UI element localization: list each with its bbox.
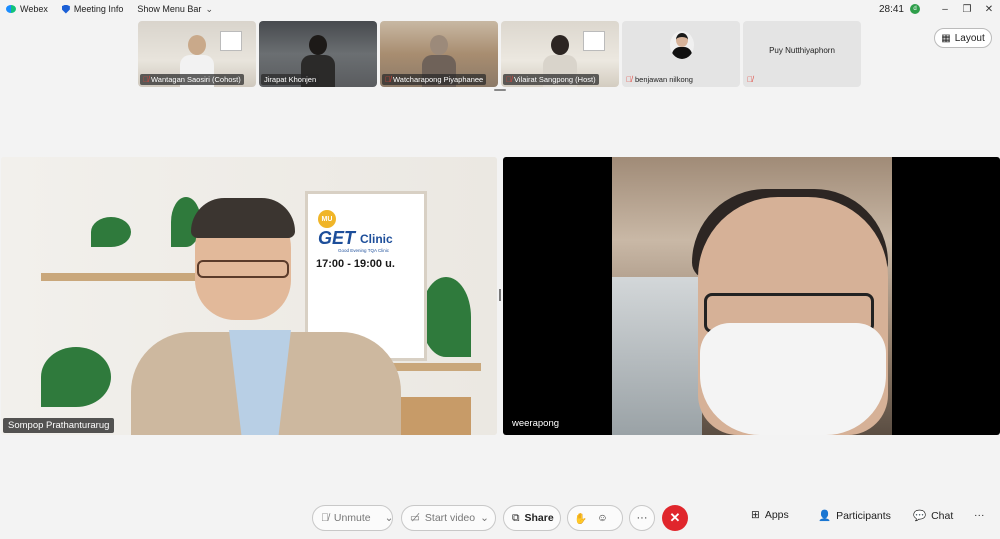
participant-label: 🎙̸ Vilairat Sangpong (Host) — [503, 74, 599, 85]
mic-muted-icon: 🎙̸ — [506, 75, 512, 84]
apps-button[interactable]: ⊞ Apps — [751, 509, 789, 521]
overflow-menu-button[interactable]: ··· — [974, 509, 985, 521]
participant-thumbnail[interactable]: Puy Nutthiyaphorn 🎙̸ — [743, 21, 861, 87]
participant-name: Wantagan Saosiri (Cohost) — [151, 75, 241, 84]
unmute-button[interactable]: 🎙̸ Unmute ⌄ — [312, 505, 393, 531]
participants-label: Participants — [836, 509, 891, 522]
unmute-label: Unmute — [333, 512, 371, 524]
layout-icon: ▦ — [941, 32, 951, 44]
more-options-button[interactable]: ··· — [629, 505, 655, 531]
chat-button[interactable]: 💬 Chat — [913, 509, 954, 523]
more-options-icon: ··· — [636, 512, 648, 524]
participant-video — [612, 157, 892, 435]
participants-icon: 👤 — [818, 510, 832, 522]
app-name: Webex — [20, 4, 48, 14]
share-screen-icon: ⧉ — [512, 511, 520, 524]
participant-label: Jirapat Khonjen — [261, 74, 320, 85]
participant-thumbnail[interactable]: 🎙̸ Watcharapong Piyaphanee — [380, 21, 498, 87]
cabinet-image — [391, 397, 471, 435]
participant-thumbnail[interactable]: 🎙̸ Wantagan Saosiri (Cohost) — [138, 21, 256, 87]
start-video-label: Start video — [424, 512, 476, 524]
participants-button[interactable]: 👤 Participants — [818, 509, 891, 523]
chat-icon: 💬 — [913, 510, 927, 522]
end-call-button[interactable]: ✕ — [662, 505, 688, 531]
apps-icon: ⊞ — [751, 509, 760, 521]
raise-hand-icon[interactable]: ✋ — [574, 512, 587, 525]
video-name-label: Sompop Prathanturarug — [3, 418, 115, 433]
plant-image — [421, 277, 471, 357]
participant-name: Puy Nutthiyaphorn — [769, 46, 835, 55]
reactions-group: ✋ ☺ — [567, 505, 623, 531]
status-badge: d — [910, 4, 920, 14]
share-label: Share — [524, 512, 554, 524]
top-bar: Webex Meeting Info Show Menu Bar ⌄ 28:41… — [0, 0, 1000, 18]
speaker-video — [131, 198, 401, 435]
video-name-label: weerapong — [512, 418, 560, 429]
meeting-controls: 🎙̸ Unmute ⌄ ▭̸ Start video ⌄ ⧉ Share ✋ ☺… — [0, 505, 1000, 533]
main-video-right[interactable]: weerapong — [503, 157, 1000, 435]
poster-image — [220, 31, 242, 51]
meeting-timer: 28:41 — [878, 3, 904, 15]
participant-label: 🎙̸ Wantagan Saosiri (Cohost) — [140, 74, 244, 85]
participant-name: Vilairat Sangpong (Host) — [514, 75, 596, 84]
participant-label: 🎙̸ Watcharapong Piyaphanee — [382, 74, 487, 85]
plant-image — [91, 217, 131, 247]
participant-label: 🎙̸ benjawan nilkong — [626, 75, 693, 84]
video-off-icon: ▭̸ — [410, 512, 420, 524]
poster-image — [583, 31, 605, 51]
chevron-down-icon: ⌄ — [205, 3, 213, 14]
meeting-info-button[interactable]: Meeting Info — [61, 4, 124, 14]
chevron-down-icon: ⌄ — [384, 512, 394, 524]
participant-thumbnail-strip: 🎙̸ Wantagan Saosiri (Cohost) Jirapat Khon… — [138, 21, 861, 87]
minimize-button[interactable]: – — [934, 4, 956, 15]
app-menu[interactable]: Webex — [6, 4, 48, 14]
restore-button[interactable]: ❐ — [956, 4, 978, 15]
overflow-icon: ··· — [974, 509, 985, 521]
participant-thumbnail[interactable]: 🎙̸ Vilairat Sangpong (Host) — [501, 21, 619, 87]
strip-resize-handle[interactable] — [494, 89, 506, 91]
shield-icon — [61, 4, 70, 14]
main-video-left[interactable]: MU GET Clinic Good Evening TQA Clinic 17… — [1, 157, 497, 435]
show-menu-bar-label: Show Menu Bar — [137, 4, 202, 14]
participant-thumbnail[interactable]: 🎙̸ benjawan nilkong — [622, 21, 740, 87]
participant-name: Watcharapong Piyaphanee — [393, 75, 484, 84]
close-window-button[interactable]: ✕ — [978, 4, 1000, 15]
meeting-info-label: Meeting Info — [73, 4, 124, 14]
start-video-button[interactable]: ▭̸ Start video ⌄ — [401, 505, 496, 531]
split-resize-handle[interactable] — [499, 289, 501, 301]
plant-image — [41, 347, 111, 407]
apps-label: Apps — [764, 509, 789, 521]
mic-muted-icon: 🎙̸ — [747, 75, 753, 84]
mic-muted-icon: 🎙̸ — [143, 75, 149, 84]
webex-logo-icon — [6, 5, 16, 13]
emoji-reaction-icon[interactable]: ☺ — [597, 512, 608, 524]
mic-muted-icon: 🎙̸ — [321, 512, 329, 524]
mic-muted-icon: 🎙̸ — [626, 75, 632, 84]
participant-name: Jirapat Khonjen — [264, 75, 317, 84]
participant-name: benjawan nilkong — [635, 75, 693, 84]
chat-label: Chat — [931, 509, 954, 522]
participant-thumbnail[interactable]: Jirapat Khonjen — [259, 21, 377, 87]
share-button[interactable]: ⧉ Share — [503, 505, 561, 531]
avatar — [670, 31, 694, 59]
layout-label: Layout — [954, 32, 985, 44]
mic-muted-icon: 🎙̸ — [385, 75, 391, 84]
close-icon: ✕ — [669, 510, 681, 525]
show-menu-bar-button[interactable]: Show Menu Bar ⌄ — [137, 4, 213, 15]
chevron-down-icon: ⌄ — [480, 512, 489, 524]
layout-button[interactable]: ▦ Layout — [934, 28, 992, 48]
participant-label: 🎙̸ — [747, 75, 753, 84]
